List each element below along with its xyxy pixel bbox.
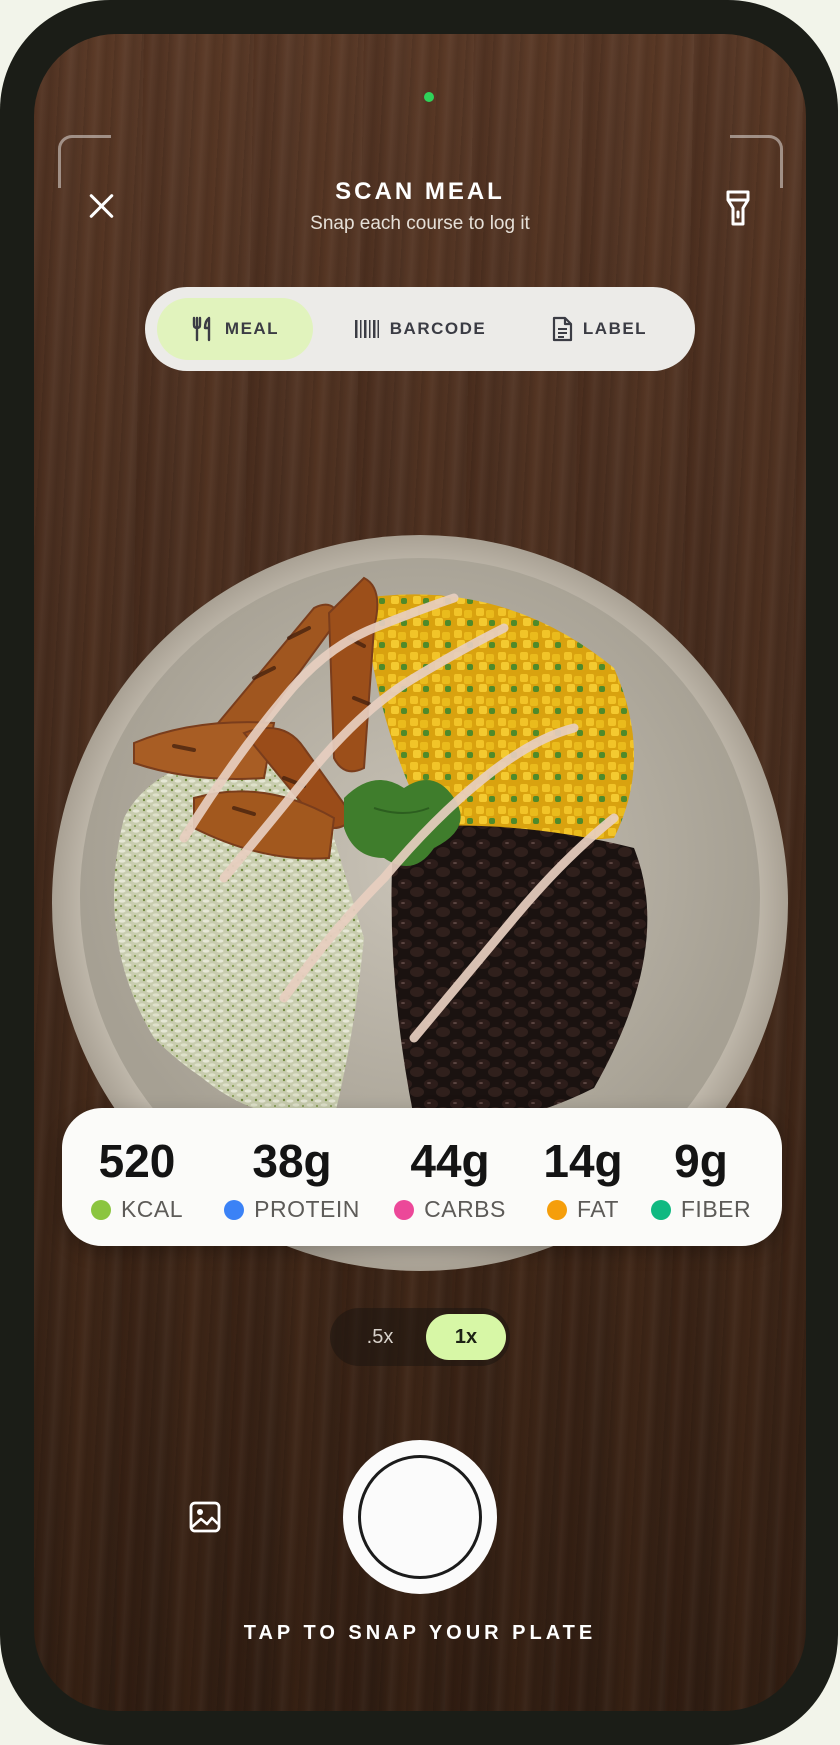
zoom-1x-button[interactable]: 1x (426, 1314, 506, 1360)
zoom-selector: .5x 1x (330, 1308, 510, 1366)
fat-dot (547, 1199, 568, 1220)
macro-carbs-label: CARBS (424, 1196, 506, 1222)
gallery-icon[interactable] (188, 1500, 222, 1534)
macro-fat-label: FAT (577, 1196, 619, 1222)
macro-fiber-label: FIBER (680, 1196, 752, 1222)
macro-fat: 14g FAT (535, 1138, 631, 1223)
macro-kcal: 520 KCAL (82, 1138, 192, 1223)
page-title: SCAN MEAL (335, 178, 505, 205)
macro-protein-label: PROTEIN (254, 1196, 360, 1222)
capture-hint: TAP TO SNAP YOUR PLATE (243, 1622, 597, 1644)
mode-barcode-tab[interactable]: BARCODE (335, 298, 505, 360)
fork-knife-icon (191, 316, 215, 342)
mode-meal-tab[interactable]: MEAL (157, 298, 313, 360)
mode-label-label: LABEL (582, 319, 648, 338)
macro-fiber-value: 9g (674, 1135, 728, 1187)
protein-dot (224, 1199, 245, 1220)
macro-kcal-value: 520 (98, 1135, 176, 1187)
macro-protein-value: 38g (252, 1135, 332, 1187)
carbs-dot (394, 1199, 415, 1220)
barcode-icon (354, 318, 380, 340)
camera-indicator-dot (424, 92, 434, 102)
macro-summary-card: 520 KCAL 38g PROTEIN 44g CARBS 14g FAT 9… (62, 1108, 782, 1246)
fiber-dot (650, 1199, 671, 1220)
page-subtitle: Snap each course to log it (310, 213, 530, 234)
macro-kcal-label: KCAL (120, 1196, 184, 1222)
shutter-inner-ring (358, 1455, 482, 1579)
macro-carbs-value: 44g (410, 1135, 490, 1187)
macro-fiber: 9g FIBER (646, 1138, 756, 1223)
document-icon (551, 316, 573, 342)
shutter-button[interactable] (343, 1440, 497, 1594)
kcal-dot (90, 1199, 111, 1220)
mode-barcode-label: BARCODE (389, 319, 487, 338)
macro-fat-value: 14g (543, 1135, 623, 1187)
scan-mode-switcher: MEAL BARCODE LABEL (145, 287, 695, 371)
mode-label-tab[interactable]: LABEL (519, 298, 679, 360)
zoom-0-5x-button[interactable]: .5x (340, 1314, 420, 1360)
macro-protein: 38g PROTEIN (217, 1138, 367, 1223)
mode-meal-label: MEAL (224, 319, 280, 338)
macro-carbs: 44g CARBS (385, 1138, 515, 1223)
